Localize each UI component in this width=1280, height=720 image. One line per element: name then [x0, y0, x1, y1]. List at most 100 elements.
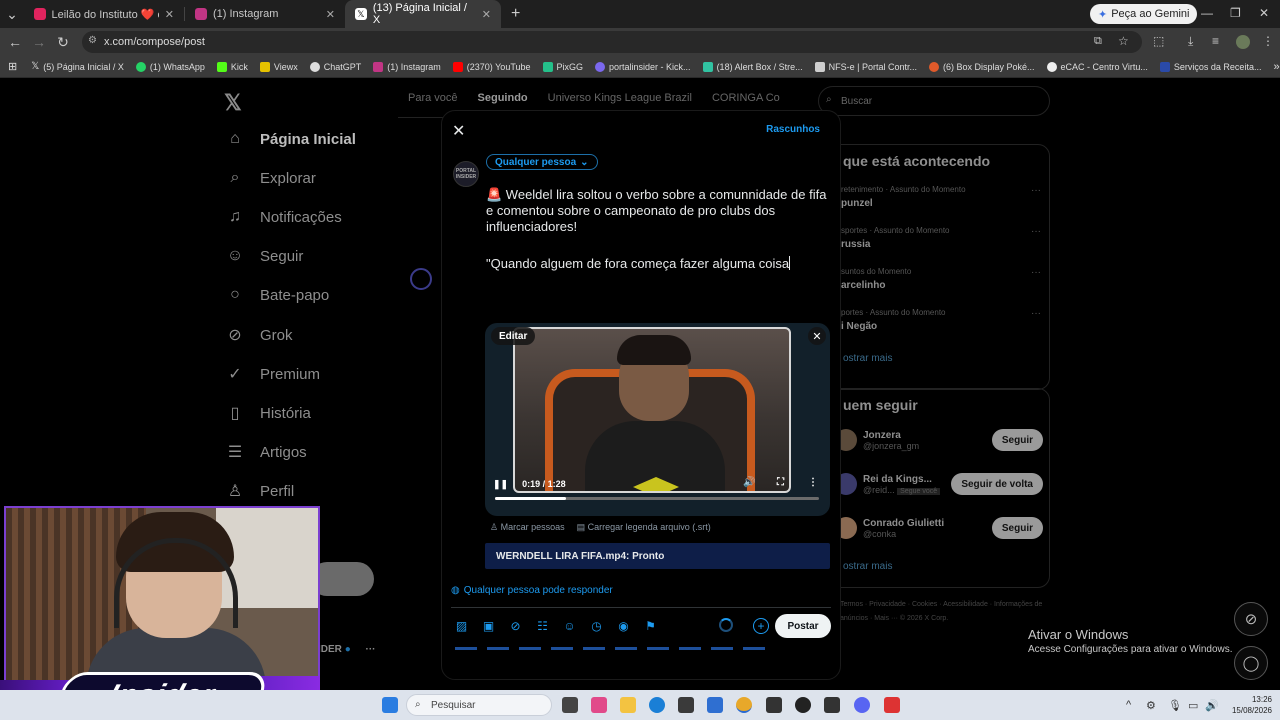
discord-icon[interactable]	[854, 697, 870, 713]
bookmark-item[interactable]: eCAC - Centro Virtu...	[1046, 61, 1148, 72]
follow-back-button[interactable]: Seguir de volta	[951, 473, 1043, 495]
site-info-icon[interactable]: ⚙	[88, 35, 97, 46]
bookmark-item[interactable]: (1) Instagram	[373, 61, 441, 72]
bookmark-item[interactable]: PixGG	[542, 61, 583, 72]
minimize-icon[interactable]: —	[1201, 6, 1213, 20]
reply-settings[interactable]: ◍ Qualquer pessoa pode responder	[451, 585, 613, 596]
trend-item[interactable]: suntos do Momento arcelinho ···	[841, 267, 1041, 291]
messages-float-button[interactable]: ◯	[1234, 646, 1268, 680]
forward-icon[interactable]: →	[27, 34, 51, 50]
file-explorer-icon[interactable]	[620, 697, 636, 713]
more-options-icon[interactable]: ⋮	[808, 477, 818, 488]
system-clock[interactable]: 13:26 15/08/2026	[1222, 694, 1272, 716]
image-icon[interactable]: ▨	[453, 617, 470, 634]
app-icon[interactable]	[824, 697, 840, 713]
x-logo-icon[interactable]: 𝕏	[224, 90, 242, 116]
sidebar-item-profile[interactable]: ♙ Perfil	[224, 481, 294, 501]
search-input[interactable]: ⌕ Buscar	[818, 86, 1050, 116]
browser-tab-active[interactable]: 𝕏 (13) Página Inicial / X ✕	[345, 0, 501, 28]
tab-following[interactable]: Seguindo	[478, 92, 528, 104]
close-tab-icon[interactable]: ✕	[165, 8, 174, 21]
volume-icon[interactable]: 🔊	[743, 477, 755, 488]
wifi-icon[interactable]: ▭	[1188, 699, 1198, 712]
task-view-icon[interactable]	[562, 697, 578, 713]
bookmark-item[interactable]: (6) Box Display Poké...	[928, 61, 1035, 72]
new-tab-icon[interactable]: +	[501, 5, 530, 23]
more-icon[interactable]: ···	[1031, 226, 1041, 237]
app-icon[interactable]	[678, 697, 694, 713]
trend-item[interactable]: sportes · Assunto do Momento russia ···	[841, 226, 1041, 250]
follow-suggestion[interactable]: Jonzera @jonzera_gm Seguir	[835, 429, 1045, 451]
browser-tab[interactable]: (1) Instagram ✕	[185, 0, 345, 28]
sidebar-item-history[interactable]: ▯ História	[224, 403, 311, 423]
fullscreen-icon[interactable]: ⛶	[777, 477, 784, 488]
sidebar-profile-fragment[interactable]: IDER ● ···	[318, 644, 376, 655]
audience-selector[interactable]: Qualquer pessoa ⌄	[486, 154, 598, 170]
network-app-icon[interactable]: ⚙	[1146, 699, 1156, 712]
sidebar-item-chat[interactable]: ○ Bate-papo	[224, 286, 329, 304]
location-icon[interactable]: ◉	[615, 617, 632, 634]
more-icon[interactable]: ···	[1031, 185, 1041, 196]
follow-button[interactable]: Seguir	[991, 429, 1043, 451]
bookmark-item[interactable]: portalinsider - Kick...	[595, 61, 691, 72]
obs-icon[interactable]	[795, 697, 811, 713]
bookmark-item[interactable]: (1) WhatsApp	[135, 61, 205, 72]
browser-tab[interactable]: Leilão do Instituto ❤️ e viagem ✕	[24, 0, 184, 28]
extensions-icon[interactable]: ⬚	[1153, 34, 1164, 48]
download-icon[interactable]: ⤓	[1188, 34, 1193, 49]
bookmark-star-icon[interactable]: ☆	[1118, 34, 1129, 48]
show-more-link[interactable]: ostrar mais	[843, 561, 892, 572]
feed-avatar[interactable]	[410, 268, 432, 290]
trend-item[interactable]: retenimento · Assunto do Momento punzel ··…	[841, 185, 1041, 209]
follow-suggestion[interactable]: Rei da Kings... @reid... Segue você Segui…	[835, 473, 1045, 495]
remove-media-icon[interactable]: ✕	[808, 327, 826, 345]
media-icon[interactable]: ≡	[1212, 34, 1219, 48]
video-progress-bar[interactable]	[495, 497, 819, 500]
sidebar-item-articles[interactable]: ☰ Artigos	[224, 442, 307, 462]
app-icon[interactable]	[884, 697, 900, 713]
close-window-icon[interactable]: ✕	[1259, 6, 1269, 20]
caption-upload-link[interactable]: ▤ Carregar legenda arquivo (.srt)	[577, 522, 711, 533]
reload-icon[interactable]: ↻	[51, 34, 75, 51]
url-field[interactable]: ⚙ x.com/compose/post ⧉ ☆	[82, 31, 1142, 53]
drafts-link[interactable]: Rascunhos	[766, 124, 820, 135]
taskbar-search[interactable]: ⌕ Pesquisar	[406, 694, 552, 716]
tab-for-you[interactable]: Para você	[408, 92, 458, 104]
video-preview[interactable]	[513, 327, 791, 493]
pause-icon[interactable]: ❚❚	[493, 479, 508, 490]
capcut-icon[interactable]	[766, 697, 782, 713]
bookmark-item[interactable]: 𝕏 (5) Página Inicial / X	[31, 61, 124, 72]
add-post-icon[interactable]: +	[753, 618, 769, 634]
poll-icon[interactable]: ☷	[534, 617, 551, 634]
bookmark-item[interactable]: Viewx	[259, 61, 298, 72]
back-icon[interactable]: ←	[3, 34, 27, 50]
tray-chevron-icon[interactable]: ^	[1126, 699, 1131, 711]
menu-icon[interactable]: ⋮	[1262, 34, 1274, 48]
post-button[interactable]: Postar	[775, 614, 831, 638]
tab-kings-league[interactable]: Universo Kings League Brazil	[548, 92, 692, 104]
grok-icon[interactable]: ⊘	[507, 617, 524, 634]
profile-avatar[interactable]	[1236, 35, 1250, 49]
more-icon[interactable]: ···	[1031, 267, 1041, 278]
speaker-icon[interactable]: 🔊	[1205, 699, 1219, 712]
bookmark-item[interactable]: NFS-e | Portal Contr...	[814, 61, 917, 72]
gemini-button[interactable]: ✦ Peça ao Gemini	[1090, 4, 1198, 24]
chrome-icon[interactable]	[736, 697, 752, 713]
close-icon[interactable]: ✕	[452, 121, 465, 141]
tab-coringa[interactable]: CORINGA Co	[712, 92, 780, 104]
edge-icon[interactable]	[649, 697, 665, 713]
edit-media-button[interactable]: Editar	[491, 327, 536, 345]
compose-textarea[interactable]: 🚨 Weeldel lira soltou o verbo sobre a co…	[486, 187, 832, 272]
windows-start-icon[interactable]	[382, 697, 398, 713]
grok-float-button[interactable]: ⊘	[1234, 602, 1268, 636]
install-icon[interactable]: ⧉	[1094, 35, 1102, 48]
bookmark-item[interactable]: Serviços da Receita...	[1159, 61, 1261, 72]
emoji-icon[interactable]: ☺	[561, 617, 578, 634]
close-tab-icon[interactable]: ✕	[482, 8, 491, 21]
microphone-icon[interactable]: 🎙	[1168, 699, 1182, 712]
restore-icon[interactable]: ❐	[1230, 6, 1241, 20]
copilot-icon[interactable]	[591, 697, 607, 713]
sidebar-item-explore[interactable]: ⌕ Explorar	[224, 169, 316, 187]
show-more-link[interactable]: ostrar mais	[843, 353, 892, 364]
close-tab-icon[interactable]: ✕	[326, 8, 335, 21]
